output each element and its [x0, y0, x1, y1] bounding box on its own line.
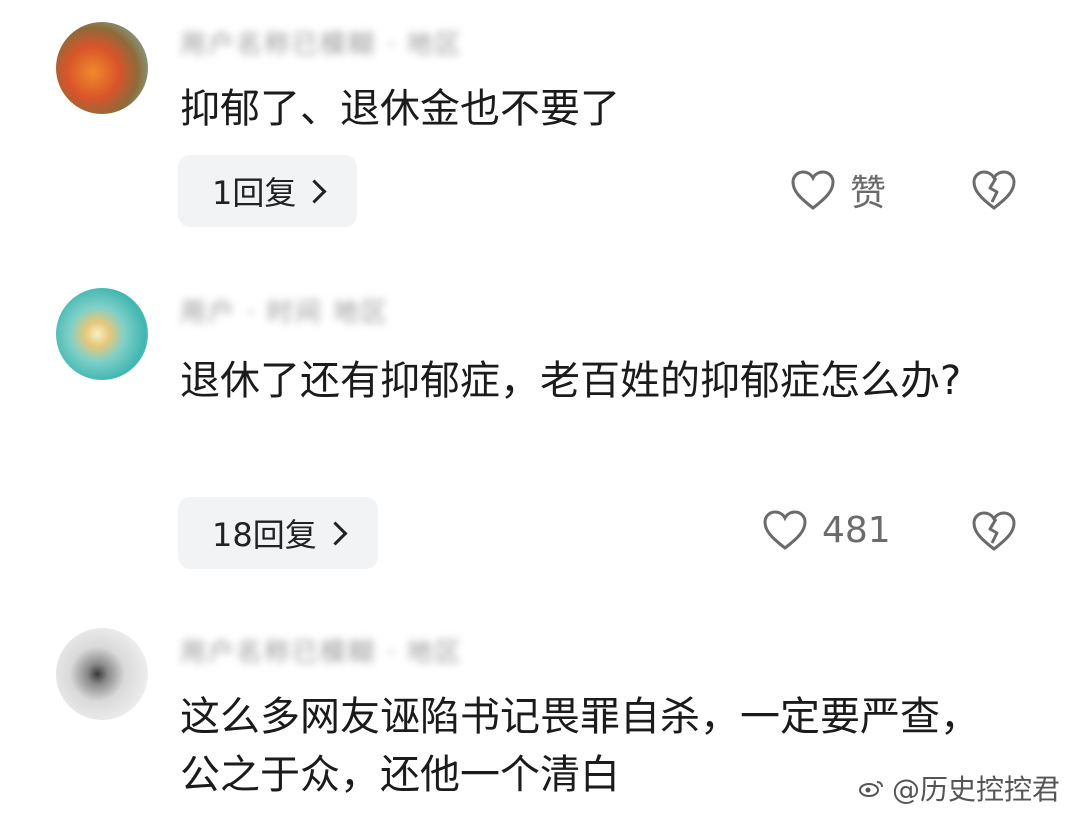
- reply-count-label: 18回复: [212, 516, 317, 554]
- username[interactable]: 用户 · 时间 地区: [180, 298, 389, 328]
- reply-count-label: 1回复: [212, 174, 297, 212]
- reply-count-button[interactable]: 18回复: [178, 497, 378, 569]
- like-count: 赞: [850, 173, 887, 214]
- chevron-right-icon: [302, 178, 327, 204]
- comment-text: 退休了还有抑郁症，老百姓的抑郁症怎么办?: [180, 358, 962, 404]
- broken-heart-icon[interactable]: [970, 166, 1018, 214]
- like-button[interactable]: 赞: [790, 160, 886, 220]
- watermark: @历史控控君: [858, 768, 1060, 808]
- weibo-logo-icon: [859, 781, 883, 797]
- reply-count-button[interactable]: 1回复: [178, 155, 358, 227]
- heart-outline-icon: [791, 170, 835, 210]
- username[interactable]: 用户名称已模糊 · 地区: [180, 638, 463, 668]
- avatar[interactable]: [56, 288, 148, 380]
- heart-outline-icon: [763, 510, 807, 550]
- watermark-text: @历史控控君: [892, 773, 1061, 806]
- username[interactable]: 用户名称已模糊 · 地区: [180, 30, 463, 60]
- broken-heart-icon[interactable]: [970, 507, 1018, 555]
- avatar[interactable]: [56, 628, 148, 720]
- like-count: 481: [822, 509, 891, 551]
- avatar[interactable]: [56, 22, 148, 114]
- like-button[interactable]: 481: [762, 500, 891, 560]
- chevron-right-icon: [323, 520, 348, 546]
- comment-text: 抑郁了、退休金也不要了: [180, 86, 620, 132]
